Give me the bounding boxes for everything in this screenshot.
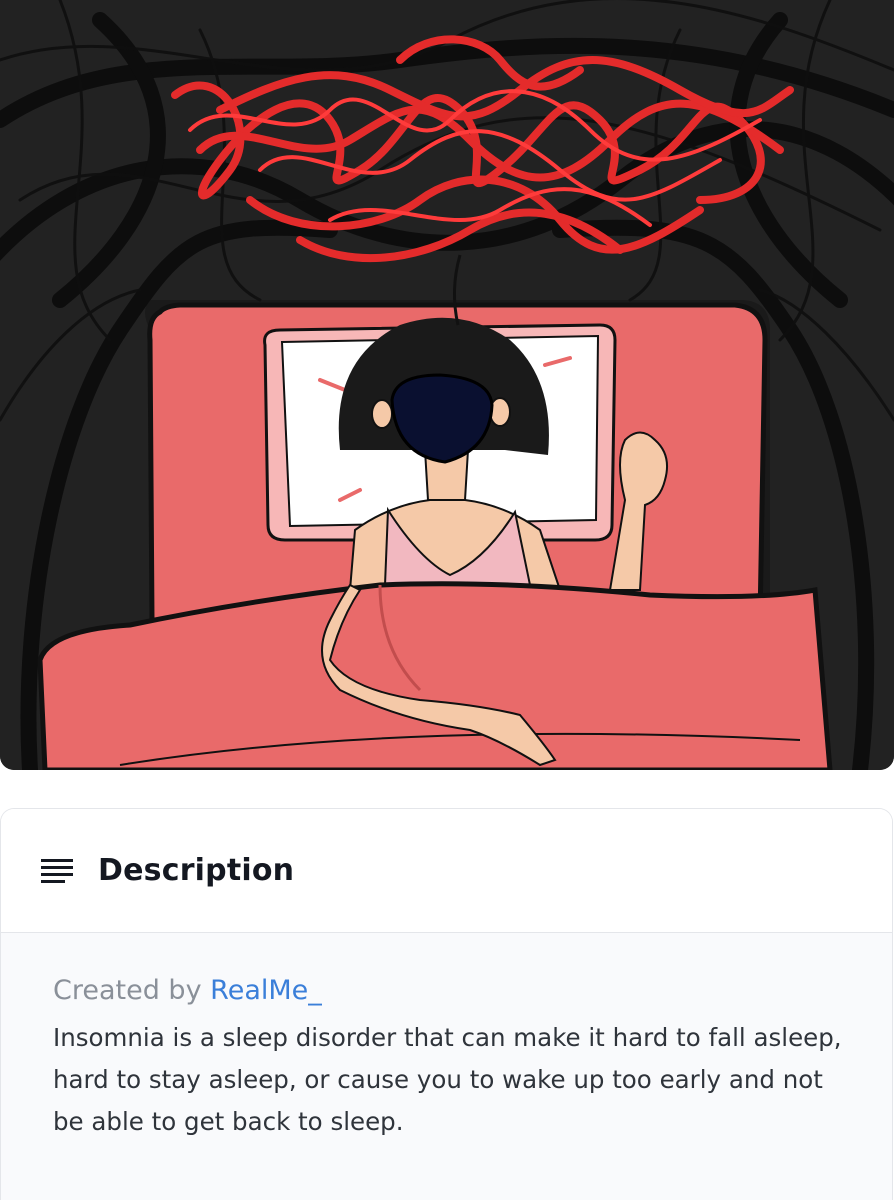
description-body: Created by RealMe_ Insomnia is a sleep d… [1, 933, 892, 1200]
page: Description Created by RealMe_ Insomnia … [0, 0, 894, 1200]
text-lines-icon [41, 858, 73, 884]
insomnia-illustration [0, 0, 894, 770]
description-text: Insomnia is a sleep disorder that can ma… [53, 1023, 842, 1136]
description-title: Description [98, 853, 295, 888]
created-by-label: Created by [53, 975, 202, 1006]
created-by-line: Created by RealMe_ [53, 973, 840, 1009]
author-link[interactable]: RealMe_ [210, 975, 322, 1006]
description-header: Description [1, 809, 892, 933]
description-card: Description Created by RealMe_ Insomnia … [0, 808, 893, 1200]
